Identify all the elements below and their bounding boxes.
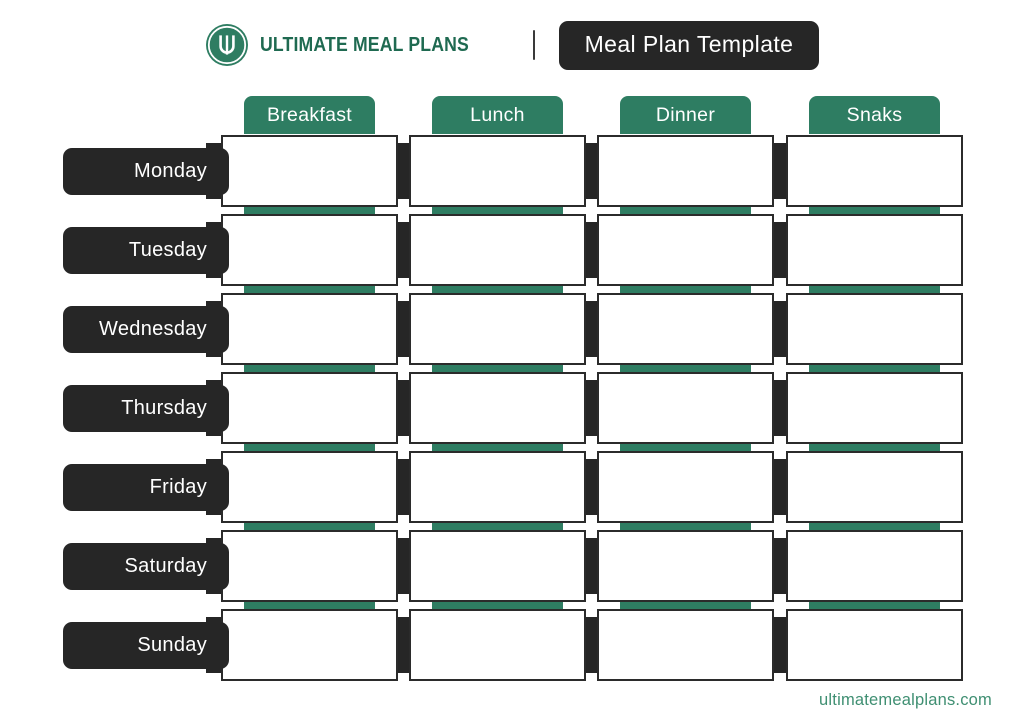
meal-cell-tuesday-breakfast[interactable] [221,214,398,286]
meal-cell-friday-breakfast[interactable] [221,451,398,523]
meal-cell-saturday-dinner[interactable] [597,530,774,602]
meal-cell-monday-breakfast[interactable] [221,135,398,207]
meal-cell-thursday-snaks[interactable] [786,372,963,444]
meal-cell-monday-dinner[interactable] [597,135,774,207]
meal-cell-wednesday-lunch[interactable] [409,293,586,365]
meal-cell-saturday-lunch[interactable] [409,530,586,602]
meal-cell-sunday-breakfast[interactable] [221,609,398,681]
meal-cell-sunday-snaks[interactable] [786,609,963,681]
day-label-tuesday: Tuesday [63,226,229,274]
meal-cell-wednesday-dinner[interactable] [597,293,774,365]
meal-cell-sunday-dinner[interactable] [597,609,774,681]
day-label-saturday: Saturday [63,542,229,590]
meal-cell-friday-dinner[interactable] [597,451,774,523]
column-header-dinner: Dinner [620,96,751,134]
column-header-snaks: Snaks [809,96,940,134]
meal-cell-monday-snaks[interactable] [786,135,963,207]
meal-cell-tuesday-snaks[interactable] [786,214,963,286]
day-label-wednesday: Wednesday [63,305,229,353]
meal-cell-saturday-breakfast[interactable] [221,530,398,602]
meal-cell-saturday-snaks[interactable] [786,530,963,602]
meal-cell-wednesday-snaks[interactable] [786,293,963,365]
meal-cell-wednesday-breakfast[interactable] [221,293,398,365]
meal-cell-thursday-lunch[interactable] [409,372,586,444]
column-header-lunch: Lunch [432,96,563,134]
meal-plan-grid: Breakfast Lunch Dinner Snaks Monday Tuesday We… [0,0,1024,724]
meal-cell-thursday-breakfast[interactable] [221,372,398,444]
meal-cell-tuesday-lunch[interactable] [409,214,586,286]
day-label-thursday: Thursday [63,384,229,432]
footer-website-url: ultimatemealplans.com [819,691,992,709]
meal-cell-sunday-lunch[interactable] [409,609,586,681]
day-label-monday: Monday [63,147,229,195]
meal-cell-thursday-dinner[interactable] [597,372,774,444]
meal-cell-monday-lunch[interactable] [409,135,586,207]
meal-cell-friday-lunch[interactable] [409,451,586,523]
day-label-friday: Friday [63,463,229,511]
column-header-breakfast: Breakfast [244,96,375,134]
day-label-sunday: Sunday [63,621,229,669]
meal-cell-tuesday-dinner[interactable] [597,214,774,286]
meal-cell-friday-snaks[interactable] [786,451,963,523]
